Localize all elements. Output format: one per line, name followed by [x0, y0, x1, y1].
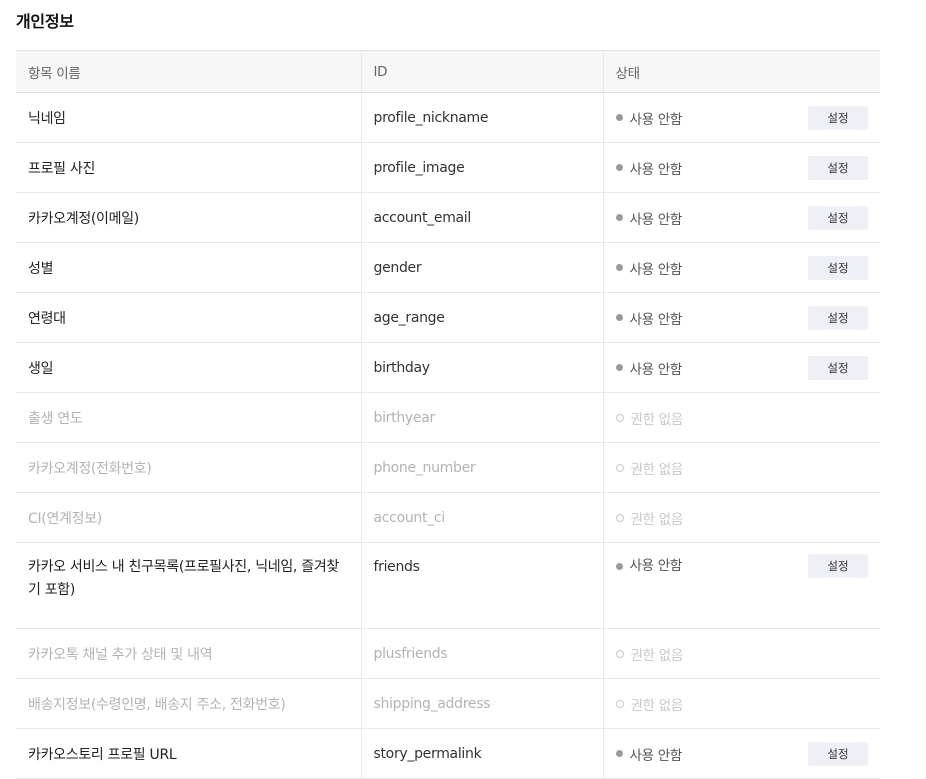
item-id: gender [373, 259, 422, 276]
status-dot-icon [615, 314, 623, 321]
status-text: 사용 안함 [629, 557, 683, 574]
item-name: 배송지정보(수령인명, 배송지 주소, 전화번호) [16, 678, 361, 729]
status-dot-icon [615, 562, 623, 570]
header-id: ID [360, 50, 603, 93]
item-id: story_permalink [373, 745, 482, 762]
item-name: 카카오톡 채널 추가 상태 및 내역 [16, 628, 361, 679]
status-badge: 사용 안함 [615, 158, 683, 178]
table-row: 카카오스토리 프로필 URL story_permalink 사용 안함 설정 [16, 728, 880, 779]
item-id: account_email [373, 209, 472, 226]
settings-button[interactable]: 설정 [808, 741, 868, 766]
status-ring-icon [615, 649, 624, 658]
table-row: 출생 연도 birthyear 권한 없음 [16, 392, 880, 443]
status-badge: 사용 안함 [615, 308, 683, 328]
item-name: 닉네임 [16, 92, 361, 143]
status-text: 사용 안함 [629, 111, 683, 128]
status-dot-icon [615, 214, 623, 221]
status-dot-icon [615, 264, 623, 271]
item-id: plusfriends [373, 645, 448, 662]
status-dot-icon [615, 364, 623, 371]
settings-button[interactable]: 설정 [808, 554, 868, 578]
table-row: CI(연계정보) account_ci 권한 없음 [16, 492, 880, 543]
item-id: birthday [373, 359, 431, 376]
table-row: 카카오계정(이메일) account_email 사용 안함 설정 [16, 192, 880, 243]
item-id: shipping_address [373, 695, 491, 712]
settings-button[interactable]: 설정 [808, 155, 868, 180]
table-row: 배송지정보(수령인명, 배송지 주소, 전화번호) shipping_addre… [16, 678, 880, 729]
status-text: 사용 안함 [629, 311, 683, 328]
table-row: 카카오 서비스 내 친구목록(프로필사진, 닉네임, 즐겨찾기 포함) frie… [16, 542, 880, 629]
item-id: phone_number [373, 459, 476, 476]
status-ring-icon [615, 413, 624, 422]
item-id: account_ci [373, 509, 446, 526]
item-name: 생일 [16, 342, 361, 393]
status-text: 사용 안함 [629, 747, 683, 764]
table-row: 생일 birthday 사용 안함 설정 [16, 342, 880, 393]
item-id: friends [373, 559, 420, 575]
table-row: 연령대 age_range 사용 안함 설정 [16, 292, 880, 343]
status-text: 권한 없음 [630, 697, 684, 714]
header-status: 상태 [602, 50, 880, 93]
status-text: 권한 없음 [630, 461, 684, 478]
status-text: 사용 안함 [629, 361, 683, 378]
status-dot-icon [615, 750, 623, 757]
settings-button[interactable]: 설정 [808, 355, 868, 380]
item-name: 프로필 사진 [16, 142, 361, 193]
status-text: 권한 없음 [630, 411, 684, 428]
table-row: 프로필 사진 profile_image 사용 안함 설정 [16, 142, 880, 193]
item-name: 카카오 서비스 내 친구목록(프로필사진, 닉네임, 즐겨찾기 포함) [16, 542, 361, 629]
privacy-scope-table: 항목 이름 ID 상태 닉네임 profile_nickname 사용 안함 설… [16, 50, 880, 779]
table-row: 닉네임 profile_nickname 사용 안함 설정 [16, 92, 880, 143]
item-id: age_range [373, 309, 445, 326]
status-badge: 사용 안함 [615, 358, 683, 378]
status-text: 권한 없음 [630, 647, 684, 664]
section-title: 개인정보 [16, 12, 74, 31]
item-name: CI(연계정보) [16, 492, 361, 543]
table-row: 성별 gender 사용 안함 설정 [16, 242, 880, 293]
settings-button[interactable]: 설정 [808, 205, 868, 230]
status-badge: 권한 없음 [615, 458, 684, 478]
settings-button[interactable]: 설정 [808, 105, 868, 130]
status-text: 사용 안함 [629, 261, 683, 278]
settings-button[interactable]: 설정 [808, 305, 868, 330]
header-item-name: 항목 이름 [16, 50, 361, 93]
item-id: profile_nickname [373, 109, 489, 126]
status-dot-icon [615, 164, 623, 171]
table-row: 카카오계정(전화번호) phone_number 권한 없음 [16, 442, 880, 493]
status-dot-icon [615, 114, 623, 121]
status-badge: 사용 안함 [615, 108, 683, 128]
status-badge: 권한 없음 [615, 644, 684, 664]
table-header-row: 항목 이름 ID 상태 [16, 50, 880, 93]
item-name: 카카오계정(이메일) [16, 192, 361, 243]
status-text: 사용 안함 [629, 161, 683, 178]
settings-button[interactable]: 설정 [808, 255, 868, 280]
status-badge: 권한 없음 [615, 408, 684, 428]
status-text: 권한 없음 [630, 511, 684, 528]
item-name: 카카오계정(전화번호) [16, 442, 361, 493]
status-badge: 사용 안함 [615, 744, 683, 764]
status-badge: 사용 안함 [615, 555, 683, 578]
item-name: 출생 연도 [16, 392, 361, 443]
status-text: 사용 안함 [629, 211, 683, 228]
item-name: 연령대 [16, 292, 361, 343]
item-name: 성별 [16, 242, 361, 293]
item-id: profile_image [373, 159, 465, 176]
status-badge: 권한 없음 [615, 508, 684, 528]
item-name: 카카오스토리 프로필 URL [16, 728, 361, 779]
status-badge: 사용 안함 [615, 208, 683, 228]
status-badge: 사용 안함 [615, 258, 683, 278]
table-row: 카카오톡 채널 추가 상태 및 내역 plusfriends 권한 없음 [16, 628, 880, 679]
status-ring-icon [615, 513, 624, 522]
status-badge: 권한 없음 [615, 694, 684, 714]
status-ring-icon [615, 463, 624, 472]
status-ring-icon [615, 699, 624, 708]
item-id: birthyear [373, 409, 436, 426]
